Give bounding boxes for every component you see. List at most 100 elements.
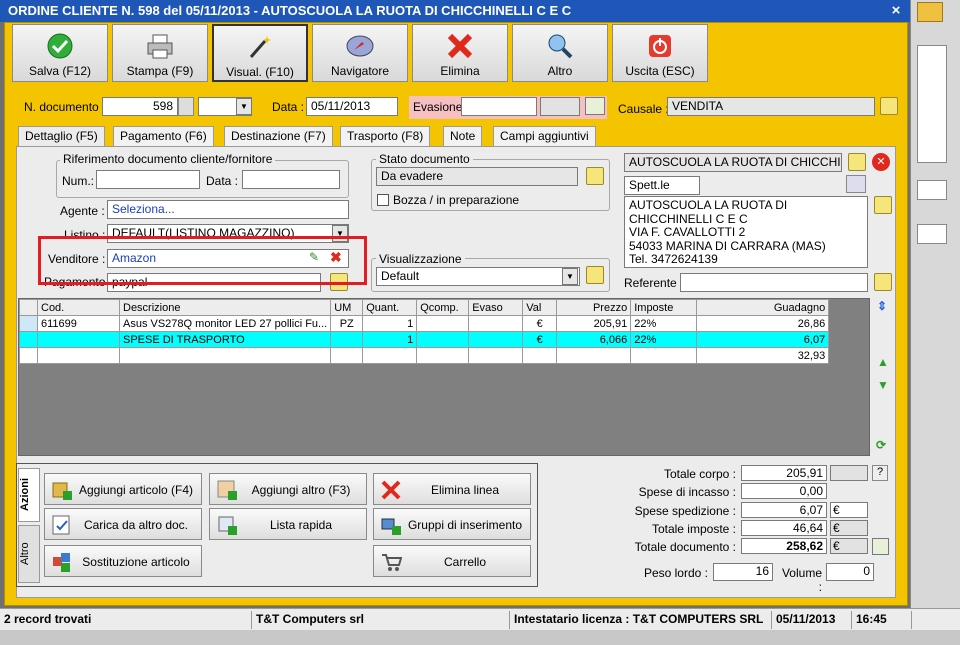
insert-groups-button[interactable]: Gruppi di inserimento: [373, 508, 531, 540]
help-button[interactable]: ?: [872, 465, 888, 481]
delete-label: Elimina: [440, 64, 480, 78]
visual-button[interactable]: Visual. (F10): [212, 24, 308, 82]
refresh-icon[interactable]: ⟳: [876, 438, 894, 456]
add-other-button[interactable]: Aggiungi altro (F3): [209, 473, 367, 505]
tab-dettaglio[interactable]: Dettaglio (F5): [18, 126, 105, 148]
total-body-label: Totale corpo :: [663, 467, 736, 481]
move-up-down-icon[interactable]: ⇕: [877, 299, 893, 319]
other-button[interactable]: Altro: [512, 24, 608, 82]
table-row[interactable]: 611699 Asus VS278Q monitor LED 27 pollic…: [19, 315, 830, 332]
side-tab-azioni[interactable]: Azioni: [18, 468, 40, 522]
chevron-down-icon[interactable]: ▼: [236, 98, 252, 115]
add-article-button[interactable]: Aggiungi articolo (F4): [44, 473, 202, 505]
folder-icon[interactable]: [586, 266, 604, 284]
side-tab-altro[interactable]: Altro: [18, 525, 40, 583]
chevron-down-icon[interactable]: ▼: [562, 268, 578, 285]
volume-value[interactable]: 0: [826, 563, 874, 581]
gross-weight-label: Peso lordo :: [643, 566, 708, 580]
folder-icon[interactable]: [586, 167, 604, 185]
cell-quant: 1: [362, 331, 418, 348]
gross-weight-value[interactable]: 16: [713, 563, 773, 581]
evasione-extra-field: [540, 97, 580, 116]
background-dropdown: [917, 180, 947, 200]
table-row[interactable]: SPESE DI TRASPORTO 1 € 6,066 22% 6,07: [19, 331, 830, 348]
delete-button[interactable]: Elimina: [412, 24, 508, 82]
bozza-label: Bozza / in preparazione: [393, 193, 520, 207]
address-line: 54033 MARINA DI CARRARA (MAS): [629, 238, 826, 253]
client-name-field[interactable]: AUTOSCUOLA LA RUOTA DI CHICCHINELLI: [624, 153, 842, 172]
col-prezzo[interactable]: Prezzo: [556, 299, 632, 316]
col-guadagno[interactable]: Guadagno: [696, 299, 830, 316]
replace-article-button[interactable]: Sostituzione articolo: [44, 545, 202, 577]
ndoc-spin-button[interactable]: [178, 97, 194, 116]
add-box-icon: [52, 482, 72, 500]
col-val[interactable]: Val: [522, 299, 558, 316]
evasione-field[interactable]: [461, 97, 537, 116]
currency-badge: €: [830, 520, 868, 536]
cart-button[interactable]: Carrello: [373, 545, 531, 577]
collection-fees-value[interactable]: 0,00: [741, 483, 827, 499]
cell-cod: [37, 331, 120, 348]
add-other-label: Aggiungi altro (F3): [251, 483, 351, 497]
address-line: Tel. 3472624139: [629, 252, 718, 266]
folder-icon[interactable]: [874, 196, 892, 214]
view-select[interactable]: Default: [376, 267, 580, 286]
zoom-in-icon[interactable]: [585, 97, 605, 115]
bozza-checkbox[interactable]: [377, 194, 389, 206]
arrow-down-icon[interactable]: ▼: [877, 378, 893, 396]
date-field[interactable]: 05/11/2013: [306, 97, 398, 116]
folder-icon[interactable]: [880, 97, 898, 115]
search-person-icon[interactable]: [846, 175, 866, 193]
ndoc-field[interactable]: 598: [102, 97, 178, 116]
total-tax-label: Totale imposte :: [651, 522, 736, 536]
total-document-label: Totale documento :: [634, 540, 736, 554]
tab-pagamento[interactable]: Pagamento (F6): [113, 126, 214, 146]
load-doc-button[interactable]: Carica da altro doc.: [44, 508, 202, 540]
add-table-icon: [217, 480, 237, 500]
client-address[interactable]: AUTOSCUOLA LA RUOTA DI CHICCHINELLI C E …: [624, 196, 868, 268]
referente-field[interactable]: [680, 273, 868, 292]
spett-field[interactable]: Spett.le: [624, 176, 700, 195]
print-button[interactable]: Stampa (F9): [112, 24, 208, 82]
navigator-button[interactable]: Navigatore: [312, 24, 408, 82]
total-guadagno: 32,93: [696, 347, 830, 364]
delete-line-button[interactable]: Elimina linea: [373, 473, 531, 505]
cell-evaso: [468, 315, 524, 332]
col-evaso[interactable]: Evaso: [468, 299, 524, 316]
causale-field[interactable]: VENDITA: [667, 97, 875, 116]
col-um[interactable]: UM: [330, 299, 364, 316]
shipping-fees-value[interactable]: 6,07: [741, 502, 827, 518]
agent-field[interactable]: Seleziona...: [107, 200, 349, 219]
col-descrizione[interactable]: Descrizione: [118, 299, 332, 316]
user-icon[interactable]: [917, 2, 943, 22]
tab-campi-aggiuntivi[interactable]: Campi aggiuntivi: [493, 126, 596, 146]
navigator-label: Navigatore: [330, 64, 390, 78]
ref-num-field[interactable]: [96, 170, 200, 189]
load-doc-label: Carica da altro doc.: [83, 518, 189, 532]
status-field: Da evadere: [376, 167, 578, 186]
compass-icon: [346, 35, 374, 57]
folder-icon[interactable]: [848, 153, 866, 171]
calculator-icon[interactable]: [872, 538, 889, 555]
col-cod[interactable]: Cod.: [37, 299, 120, 316]
col-imposte[interactable]: Imposte: [630, 299, 698, 316]
folder-icon[interactable]: [874, 273, 892, 291]
arrow-up-icon[interactable]: ▲: [877, 355, 893, 373]
quick-list-button[interactable]: Lista rapida: [209, 508, 367, 540]
insert-groups-label: Gruppi di inserimento: [407, 518, 523, 532]
tab-destinazione[interactable]: Destinazione (F7): [224, 126, 333, 146]
close-icon[interactable]: ×: [886, 2, 906, 20]
remove-client-icon[interactable]: ✕: [872, 153, 890, 171]
cell-imposte: 22%: [630, 331, 698, 348]
tab-trasporto[interactable]: Trasporto (F8): [340, 126, 431, 146]
save-button[interactable]: Salva (F12): [12, 24, 108, 82]
col-quant[interactable]: Quant.: [362, 299, 418, 316]
col-qcomp[interactable]: Qcomp.: [416, 299, 470, 316]
status-time: 16:45: [852, 611, 912, 629]
exit-button[interactable]: Uscita (ESC): [612, 24, 708, 82]
cell-prezzo: 205,91: [556, 315, 632, 332]
ref-date-field[interactable]: [242, 170, 340, 189]
items-grid[interactable]: Cod. Descrizione UM Quant. Qcomp. Evaso …: [18, 298, 870, 456]
tab-note[interactable]: Note: [443, 126, 483, 146]
visual-label: Visual. (F10): [226, 65, 294, 79]
